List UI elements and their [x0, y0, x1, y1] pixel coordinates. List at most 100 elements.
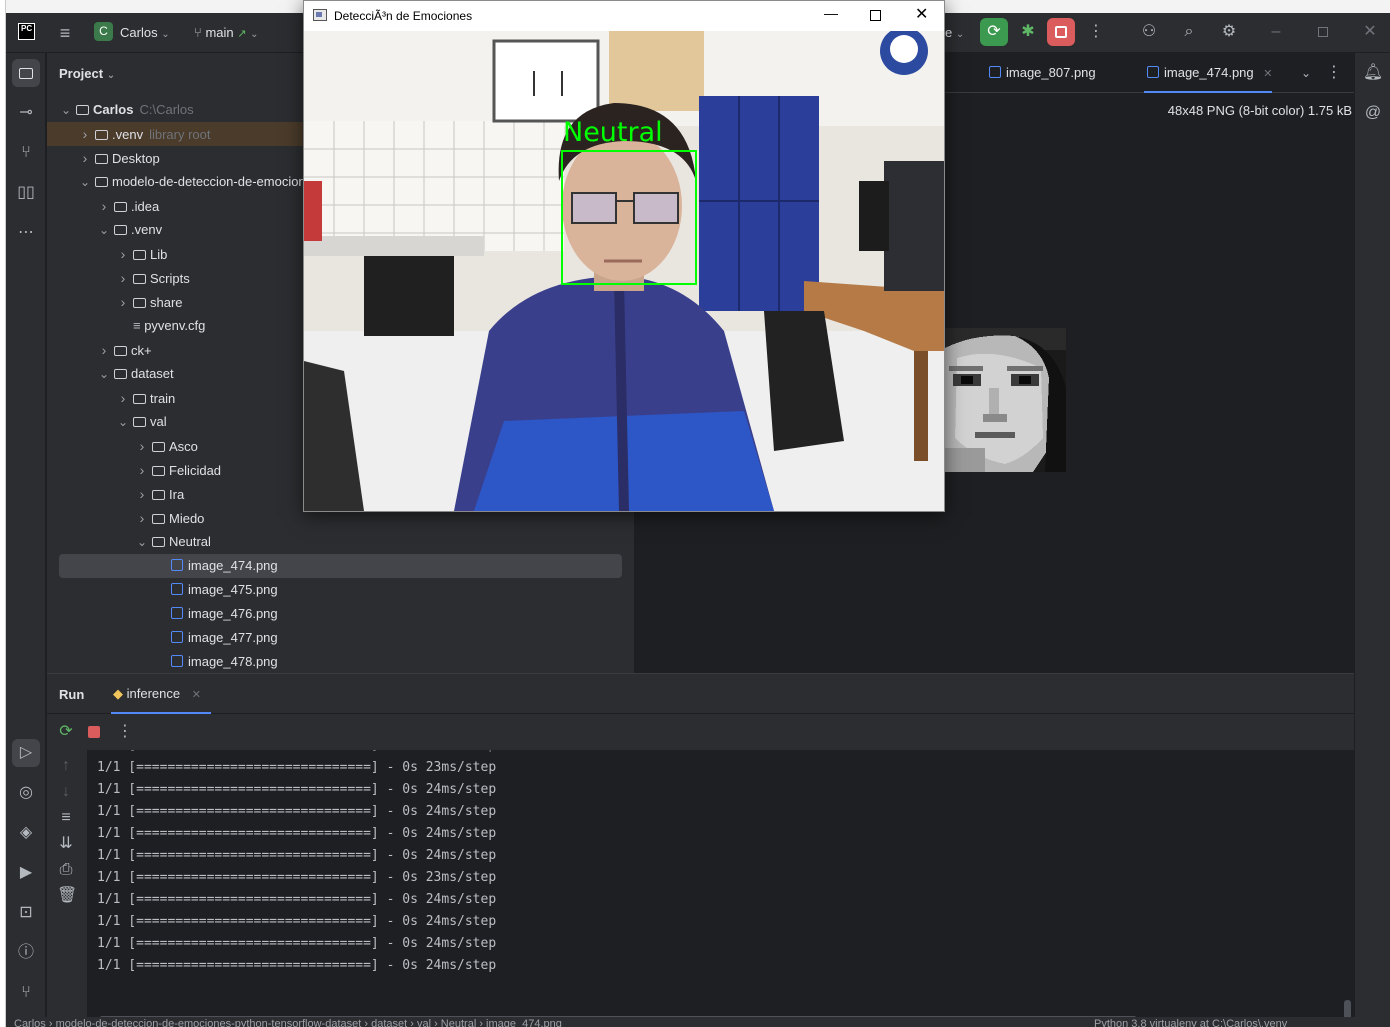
add-user-icon[interactable]: ⚇ — [1138, 22, 1160, 42]
arrow-down-icon[interactable]: ↓ — [57, 782, 75, 802]
terminal-icon[interactable]: ⊡ — [12, 899, 40, 927]
more-vertical-icon[interactable]: ⋮ — [1326, 63, 1342, 83]
more-horizontal-icon[interactable]: ⋯ — [12, 219, 40, 247]
breadcrumb-item[interactable]: Carlos — [14, 1018, 46, 1027]
tree-file-item[interactable]: image_477.png — [59, 626, 622, 650]
stop-button[interactable] — [1047, 18, 1075, 46]
chevron-down-icon: ⌄ — [106, 70, 116, 81]
tree-item-label: Scripts — [150, 271, 190, 286]
tree-item-label: ck+ — [131, 343, 152, 358]
soft-wrap-icon[interactable]: ≡ — [57, 808, 75, 828]
tab-image-807[interactable]: image_807.png — [986, 53, 1096, 93]
scroll-to-end-icon[interactable]: ⇊ — [57, 834, 75, 854]
trash-icon[interactable]: 🗑︎ — [57, 886, 77, 906]
rerun-button[interactable]: ⟳ — [980, 18, 1008, 46]
chevron-right-icon[interactable]: › — [116, 290, 130, 314]
arrow-up-icon[interactable]: ↑ — [57, 756, 75, 776]
problems-icon[interactable]: ⓘ — [12, 939, 40, 967]
pull-requests-icon[interactable]: ⑂ — [12, 139, 40, 167]
breadcrumb-item[interactable]: dataset — [371, 1018, 407, 1027]
folder-icon — [133, 394, 146, 404]
chevron-right-icon[interactable]: › — [116, 266, 130, 290]
interpreter-status[interactable]: Python 3.8 virtualenv at C:\Carlos\.venv — [1094, 1018, 1287, 1027]
chevron-down-icon[interactable]: ⌄ — [97, 362, 111, 386]
chevron-right-icon[interactable]: › — [78, 146, 92, 170]
chevron-down-icon[interactable]: ⌄ — [78, 170, 92, 194]
python-packages-icon[interactable]: ◈ — [12, 819, 40, 847]
more-vertical-icon[interactable]: ⋮ — [1088, 22, 1104, 42]
stop-icon[interactable] — [88, 726, 100, 738]
breadcrumb-item[interactable]: val — [417, 1018, 431, 1027]
breadcrumb-separator-icon: › — [431, 1018, 441, 1027]
tree-file-item[interactable]: image_478.png — [59, 650, 622, 673]
tabs-dropdown-icon[interactable]: ⌄ — [1298, 63, 1314, 83]
chevron-down-icon: ⌄ — [955, 29, 965, 40]
maximize-icon[interactable] — [1318, 27, 1328, 37]
run-panel-title: Run — [59, 687, 85, 702]
tab-image-474[interactable]: image_474.png ✕ — [1144, 53, 1273, 93]
console-line: 1/1 [==============================] - 0… — [97, 914, 497, 929]
branch-name: main — [205, 25, 234, 40]
services-icon[interactable]: ▶ — [12, 859, 40, 887]
debug-bug-icon[interactable]: ✱ — [1014, 18, 1042, 46]
more-vertical-icon[interactable]: ⋮ — [117, 722, 133, 742]
console-line: 1/1 [==============================] - 0… — [97, 870, 497, 885]
chevron-down-icon: ⌄ — [250, 29, 259, 40]
minimize-icon[interactable]: – — [1266, 22, 1286, 42]
chevron-right-icon[interactable]: › — [97, 194, 111, 218]
close-icon[interactable]: ✕ — [915, 4, 928, 24]
breadcrumb-item[interactable]: image_474.png — [486, 1018, 562, 1027]
breadcrumb-item[interactable]: Neutral — [441, 1018, 476, 1027]
close-tab-icon[interactable]: ✕ — [1263, 68, 1272, 80]
chevron-right-icon[interactable]: › — [78, 122, 92, 146]
python-console-icon[interactable]: ◎ — [12, 779, 40, 807]
branch-switcher[interactable]: ⑂ main ↗ ⌄ — [194, 25, 258, 40]
print-icon[interactable]: ⎙ — [57, 860, 75, 880]
breadcrumb-item[interactable]: modelo-de-deteccion-de-emociones-python-… — [56, 1018, 362, 1027]
search-icon[interactable]: ⌕ — [1178, 22, 1200, 42]
console-output[interactable]: 1/1 [==============================] - 0… — [87, 750, 1341, 1012]
chevron-right-icon[interactable]: › — [97, 338, 111, 362]
git-icon[interactable]: ⑂ — [12, 979, 40, 1007]
project-panel-title[interactable]: Project ⌄ — [59, 66, 115, 81]
tree-file-item[interactable]: image_475.png — [59, 578, 622, 602]
tree-file-item[interactable]: image_474.png — [59, 554, 622, 578]
tree-item-hint: library root — [149, 127, 211, 142]
chevron-right-icon[interactable]: › — [135, 458, 149, 482]
ai-assistant-icon[interactable]: @ — [1359, 99, 1387, 127]
tree-item-label: dataset — [131, 366, 174, 381]
run-config-selector[interactable]: e ⌄ — [945, 25, 964, 40]
rerun-icon[interactable]: ⟳ — [57, 722, 75, 742]
run-panel: Run ◆ inference ✕ ⟳ ⋮ ↑ ↓ ≡ ⇊ ⎙ 🗑︎ 1/1 [… — [47, 673, 1354, 1027]
tree-file-item[interactable]: image_476.png — [59, 602, 622, 626]
maximize-icon[interactable] — [870, 10, 881, 21]
chevron-down-icon[interactable]: ⌄ — [116, 410, 130, 434]
commit-icon[interactable]: ⊸ — [12, 99, 40, 127]
tree-item-label: Desktop — [112, 151, 160, 166]
notifications-bell-icon[interactable]: 🔔︎ — [1359, 59, 1387, 87]
tree-item-label: Carlos — [93, 102, 134, 117]
chevron-right-icon[interactable]: › — [135, 482, 149, 506]
chevron-right-icon[interactable]: › — [135, 434, 149, 458]
gear-icon[interactable]: ⚙ — [1218, 22, 1240, 42]
window-app-icon — [313, 9, 327, 21]
chevron-down-icon[interactable]: ⌄ — [97, 218, 111, 242]
minimize-icon[interactable]: — — [824, 5, 838, 21]
project-switcher[interactable]: Carlos ⌄ — [120, 25, 170, 40]
structure-icon[interactable]: ▯▯ — [12, 179, 40, 207]
chevron-right-icon[interactable]: › — [116, 242, 130, 266]
chevron-right-icon[interactable]: › — [135, 506, 149, 530]
folder-icon — [114, 369, 127, 379]
face-image-preview — [945, 328, 1066, 472]
tab-inference[interactable]: ◆ inference ✕ — [111, 674, 211, 714]
chevron-down-icon[interactable]: ⌄ — [59, 98, 73, 122]
project-folder-icon[interactable] — [12, 59, 40, 87]
chevron-right-icon[interactable]: › — [116, 386, 130, 410]
close-tab-icon[interactable]: ✕ — [192, 689, 201, 701]
main-menu-icon[interactable]: ≡ — [54, 23, 76, 43]
run-tool-icon[interactable]: ▷ — [12, 739, 40, 767]
chevron-down-icon[interactable]: ⌄ — [135, 530, 149, 554]
close-icon[interactable]: ✕ — [1360, 22, 1380, 42]
tree-folder-item[interactable]: ⌄ Neutral — [59, 530, 622, 554]
console-line: 1/1 [==============================] - 0… — [97, 826, 497, 841]
